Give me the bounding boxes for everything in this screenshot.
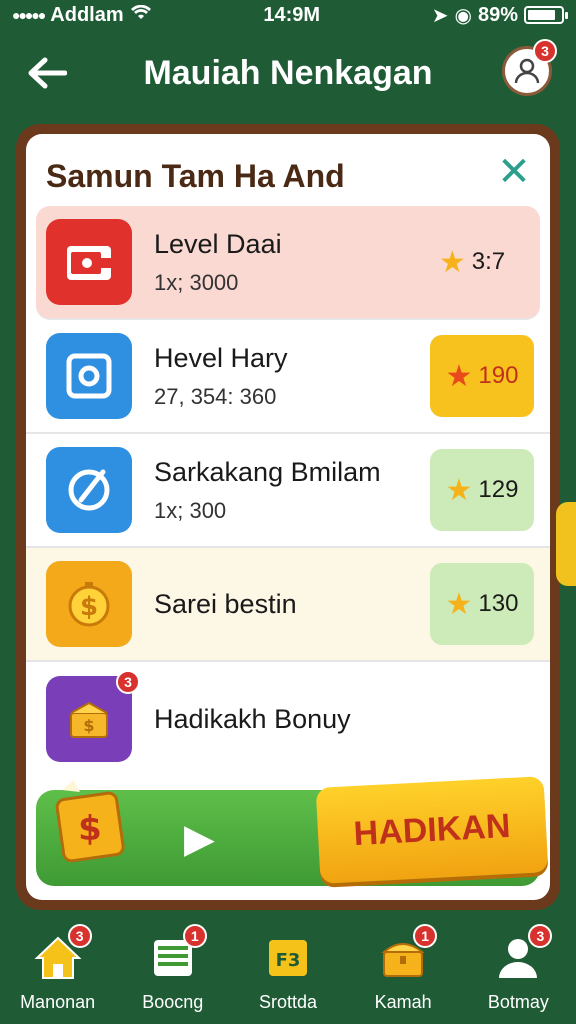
row-title: Sarkakang Bmilam — [154, 456, 381, 487]
list-item[interactable]: Sarkakang Bmilam 1x; 300 ★ 129 — [26, 434, 550, 548]
signal-icon: ●●●●● — [12, 7, 46, 23]
row-subtitle: 1x; 300 — [154, 497, 227, 523]
status-left: ●●●●● Addlam — [12, 4, 152, 27]
wallet-icon — [46, 219, 132, 305]
rewards-panel: Samun Tam Ha And ✕ Level Daai 1x; 3000 ★… — [16, 124, 560, 910]
row-text: Hadikakh Bonuy — [154, 704, 351, 735]
row-text: Sarkakang Bmilam 1x; 300 — [154, 457, 381, 524]
nav-label: Manonan — [20, 991, 96, 1012]
score-value: 3:7 — [471, 248, 506, 275]
clock: 14:9M — [263, 3, 321, 26]
nav-item-profile[interactable]: 3 Botmay — [463, 923, 573, 1013]
nav-label: Botmay — [487, 991, 549, 1012]
nav-label: Srottda — [258, 991, 317, 1012]
user-icon: 3 — [490, 923, 553, 984]
list-icon: 1 — [145, 923, 207, 984]
row-text: Sarei bestin — [154, 589, 297, 620]
star-icon: ★ — [445, 587, 473, 621]
status-bar: ●●●●● Addlam 14:9M ➤ ◉ 89% — [0, 0, 576, 30]
list-item[interactable]: Level Daai 1x; 3000 ★ 3:7 — [36, 206, 540, 320]
row-subtitle: 1x; 3000 — [154, 269, 239, 295]
notification-badge: 1 — [182, 923, 207, 948]
alarm-icon: ◉ — [454, 4, 472, 27]
list-item[interactable]: Hevel Hary 27, 354: 360 ★ 190 — [26, 320, 550, 434]
notification-badge: 1 — [413, 923, 438, 948]
gift-box-icon: $ 3 — [46, 670, 140, 762]
row-text: Level Daai 1x; 3000 — [154, 229, 282, 296]
score-chip: ★ 3:7 — [420, 221, 524, 303]
svg-text:$: $ — [78, 809, 102, 849]
back-button[interactable] — [22, 48, 72, 98]
star-icon: ★ — [445, 473, 473, 507]
close-button[interactable]: ✕ — [494, 152, 534, 192]
svg-text:$: $ — [80, 592, 98, 622]
notification-badge: 3 — [528, 923, 553, 948]
header: Mauiah Nenkagan 3 — [0, 38, 576, 108]
nav-item-list[interactable]: 1 Boocng — [118, 923, 228, 1013]
back-arrow-icon — [28, 57, 67, 89]
row-title: Hadikakh Bonuy — [154, 703, 351, 734]
play-icon: ▶ — [184, 817, 215, 861]
wifi-icon — [130, 4, 152, 27]
battery-icon — [523, 6, 568, 24]
star-icon: ★ — [438, 245, 466, 279]
list-item[interactable]: $ 3 Hadikakh Bonuy — [26, 662, 550, 776]
score-chip: ★ 129 — [430, 449, 534, 531]
nav-item-ticket[interactable]: F3 Srottda — [233, 932, 343, 1013]
cta-banner[interactable]: $ ▶ HADIKAN — [36, 776, 549, 886]
chest-icon: 1 — [375, 923, 438, 984]
camera-icon — [46, 333, 132, 419]
profile-button[interactable]: 3 — [502, 39, 557, 96]
score-value: 190 — [478, 362, 519, 389]
notification-badge: 3 — [116, 670, 140, 694]
money-bag-icon: $ — [55, 780, 125, 863]
row-title: Sarei bestin — [154, 588, 297, 619]
notification-badge: 3 — [533, 39, 557, 63]
score-chip: ★ 130 — [430, 563, 534, 645]
side-drawer-tab[interactable] — [556, 502, 576, 586]
status-right: ➤ ◉ 89% — [431, 3, 568, 28]
svg-text:$: $ — [83, 716, 94, 735]
cta-button[interactable]: HADIKAN — [315, 776, 549, 884]
nav-item-home[interactable]: 3 Manonan — [3, 923, 113, 1013]
nav-label: Boocng — [142, 991, 204, 1012]
panel-body: Samun Tam Ha And ✕ Level Daai 1x; 3000 ★… — [26, 134, 550, 900]
panel-title: Samun Tam Ha And — [46, 158, 345, 194]
row-text: Hevel Hary 27, 354: 360 — [154, 343, 288, 410]
notification-badge: 3 — [67, 923, 92, 948]
score-chip: ★ 190 — [430, 335, 534, 417]
nav-item-chest[interactable]: 1 Kamah — [348, 923, 458, 1013]
score-value: 130 — [478, 590, 519, 617]
bottom-nav: 3 Manonan 1 Boocng F3 Srottda 1 Kamah 3 … — [0, 920, 576, 1024]
row-title: Level Daai — [154, 228, 282, 259]
dollar-coin-icon: $ — [46, 561, 132, 647]
carrier-label: Addlam — [50, 3, 124, 26]
battery-percent: 89% — [477, 3, 518, 26]
svg-text:F3: F3 — [276, 950, 301, 971]
star-icon: ★ — [445, 359, 473, 393]
compass-icon — [46, 447, 132, 533]
home-icon: 3 — [30, 923, 92, 984]
row-title: Hevel Hary — [154, 342, 288, 373]
score-value: 129 — [478, 476, 519, 503]
ticket-icon: F3 — [260, 932, 316, 984]
list-item[interactable]: $ Sarei bestin ★ 130 — [26, 548, 550, 662]
nav-label: Kamah — [374, 991, 432, 1012]
reward-list: Level Daai 1x; 3000 ★ 3:7 Hevel Hary 27,… — [26, 206, 550, 776]
page-title: Mauiah Nenkagan — [143, 53, 433, 92]
location-icon: ➤ — [431, 4, 449, 27]
row-subtitle: 27, 354: 360 — [154, 383, 277, 409]
